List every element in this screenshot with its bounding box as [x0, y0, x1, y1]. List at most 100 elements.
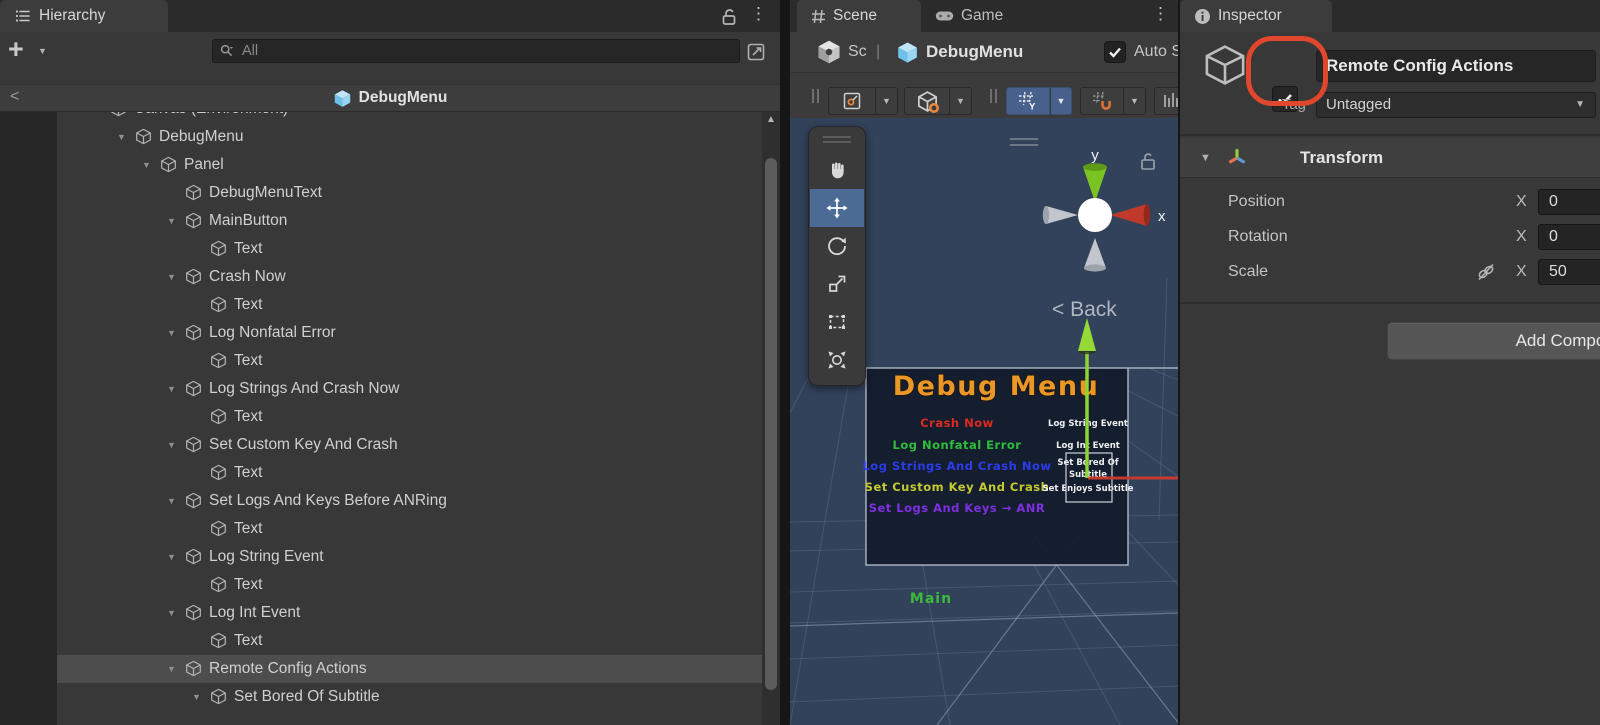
tool-settings-dropdown[interactable]: ▼: [876, 87, 898, 115]
canvas-button-set-custom-key[interactable]: Set Custom Key And Crash: [865, 480, 1050, 494]
toolbar-grip[interactable]: [812, 89, 814, 103]
transform-tool-button[interactable]: [810, 341, 864, 379]
info-icon: [1194, 8, 1211, 25]
expander-arrow-icon[interactable]: ▼: [167, 375, 176, 403]
tree-item-label: Text: [234, 459, 262, 487]
tree-item-log-string-event[interactable]: ▼Log String Event: [57, 543, 762, 571]
gameobject-cube-icon: [185, 604, 203, 622]
tree-item-log-nonfatal-error[interactable]: ▼Log Nonfatal Error: [57, 319, 762, 347]
grid-visibility-button[interactable]: Y: [1006, 87, 1050, 115]
gizmo-pivot-dropdown[interactable]: ▼: [950, 87, 972, 115]
scroll-up-icon[interactable]: ▲: [762, 114, 780, 125]
search-input[interactable]: [240, 42, 739, 60]
hierarchy-search[interactable]: [212, 39, 740, 63]
tree-item-text[interactable]: Text: [57, 571, 762, 599]
tree-item-text[interactable]: Text: [57, 235, 762, 263]
tree-item-crash-now[interactable]: ▼Crash Now: [57, 263, 762, 291]
tree-item-text[interactable]: Text: [57, 291, 762, 319]
breadcrumb-prefab-name[interactable]: DebugMenu: [926, 32, 1023, 72]
breadcrumb-context[interactable]: Sc: [848, 32, 867, 72]
expander-arrow-icon[interactable]: ▼: [167, 655, 176, 683]
tab-hierarchy[interactable]: Hierarchy: [0, 0, 168, 32]
tab-inspector[interactable]: Inspector: [1180, 0, 1332, 32]
hand-tool-button[interactable]: [810, 151, 864, 189]
snap-dropdown[interactable]: ▼: [1124, 87, 1146, 115]
tree-item-text[interactable]: Text: [57, 347, 762, 375]
create-object-button[interactable]: + ▼: [8, 38, 52, 66]
tree-item-debugmenu[interactable]: ▼DebugMenu: [57, 123, 762, 151]
transform-component-header[interactable]: ▼ Transform: [1180, 138, 1600, 178]
expander-arrow-icon[interactable]: ▼: [167, 263, 176, 291]
rotate-tool-button[interactable]: [810, 227, 864, 265]
expander-arrow-icon[interactable]: ▼: [167, 319, 176, 347]
expander-arrow-icon[interactable]: ▼: [167, 599, 176, 627]
gameobject-name-field[interactable]: Remote Config Actions: [1316, 50, 1596, 82]
scene-tabstrip: Scene Game ⋮: [790, 0, 1178, 32]
scale-tool-button[interactable]: [810, 265, 864, 303]
link-off-icon[interactable]: [1474, 260, 1498, 284]
expander-arrow-icon[interactable]: ▼: [167, 487, 176, 515]
expander-arrow-icon[interactable]: ▼: [167, 207, 176, 235]
tree-item-panel[interactable]: ▼Panel: [57, 151, 762, 179]
expander-arrow-icon[interactable]: ▼: [167, 431, 176, 459]
gameobject-cube-icon[interactable]: [1202, 42, 1248, 88]
tree-item-log-strings-and-crash-now[interactable]: ▼Log Strings And Crash Now: [57, 375, 762, 403]
add-component-button[interactable]: Add Component: [1387, 322, 1600, 360]
tree-item-canvas-environment-[interactable]: ▼Canvas (Environment): [57, 112, 762, 123]
expander-arrow-icon[interactable]: ▼: [142, 151, 151, 179]
scale-x-input[interactable]: 50: [1538, 259, 1600, 285]
foldout-arrow-icon[interactable]: ▼: [1200, 138, 1211, 178]
unlock-icon[interactable]: [718, 6, 740, 28]
toolbar-grip[interactable]: [817, 89, 819, 103]
expander-arrow-icon[interactable]: ▼: [167, 543, 176, 571]
tool-settings-button[interactable]: [828, 87, 876, 115]
tree-item-remote-config-actions[interactable]: ▼Remote Config Actions: [57, 655, 762, 683]
tree-item-set-bored-of-subtitle[interactable]: ▼Set Bored Of Subtitle: [57, 683, 762, 711]
open-window-icon[interactable]: [744, 40, 768, 64]
prefab-back-button[interactable]: <: [10, 88, 19, 106]
hierarchy-scrollbar[interactable]: ▲: [762, 112, 780, 725]
toolbar-grip[interactable]: [995, 89, 997, 103]
tree-item-set-custom-key-and-crash[interactable]: ▼Set Custom Key And Crash: [57, 431, 762, 459]
gamepad-icon: [935, 9, 954, 23]
tree-item-log-int-event[interactable]: ▼Log Int Event: [57, 599, 762, 627]
tree-item-set-logs-and-keys-before-anring[interactable]: ▼Set Logs And Keys Before ANRing: [57, 487, 762, 515]
hierarchy-menu-kebab-icon[interactable]: ⋮: [750, 4, 766, 24]
move-tool-button[interactable]: [810, 189, 864, 227]
tree-item-text[interactable]: Text: [57, 627, 762, 655]
tab-scene[interactable]: Scene: [797, 0, 921, 32]
canvas-footer-main[interactable]: Main: [910, 591, 952, 607]
increment-snap-button[interactable]: [1154, 87, 1178, 115]
scene-menu-kebab-icon[interactable]: ⋮: [1152, 4, 1168, 24]
tag-dropdown[interactable]: Untagged ▼: [1316, 92, 1596, 118]
expander-arrow-icon[interactable]: ▼: [92, 112, 101, 123]
autosave-checkbox[interactable]: [1104, 41, 1126, 63]
palette-grip[interactable]: [823, 136, 851, 138]
canvas-button-crash-now[interactable]: Crash Now: [920, 416, 994, 430]
expander-arrow-icon[interactable]: ▼: [192, 683, 201, 711]
tree-item-text[interactable]: Text: [57, 403, 762, 431]
tree-item-text[interactable]: Text: [57, 515, 762, 543]
gizmo-center[interactable]: [1078, 198, 1112, 232]
expander-arrow-icon[interactable]: ▼: [117, 123, 126, 151]
gizmo-pivot-button[interactable]: [904, 87, 950, 115]
canvas-button-log-strings-crash[interactable]: Log Strings And Crash Now: [862, 459, 1051, 473]
canvas-back-button[interactable]: < Back: [1052, 298, 1117, 321]
grid-visibility-dropdown[interactable]: ▼: [1051, 87, 1072, 115]
snap-button[interactable]: [1080, 87, 1124, 115]
toolbar-grip[interactable]: [990, 89, 992, 103]
position-x-input[interactable]: 0: [1538, 189, 1600, 215]
canvas-button-set-enjoys[interactable]: Set Enjoys Subtitle: [1042, 484, 1133, 494]
rotation-x-input[interactable]: 0: [1538, 224, 1600, 250]
rect-tool-button[interactable]: [810, 303, 864, 341]
scrollbar-thumb[interactable]: [765, 158, 777, 690]
tree-item-text[interactable]: Text: [57, 459, 762, 487]
tab-game[interactable]: Game: [921, 0, 1035, 32]
tree-item-mainbutton[interactable]: ▼MainButton: [57, 207, 762, 235]
search-icon: [219, 43, 235, 59]
canvas-button-set-logs-anr[interactable]: Set Logs And Keys → ANR: [869, 501, 1046, 515]
canvas-button-log-nonfatal[interactable]: Log Nonfatal Error: [893, 438, 1022, 452]
scale-label: Scale: [1228, 258, 1268, 286]
panel-divider[interactable]: [780, 0, 790, 725]
tree-item-debugmenutext[interactable]: DebugMenuText: [57, 179, 762, 207]
